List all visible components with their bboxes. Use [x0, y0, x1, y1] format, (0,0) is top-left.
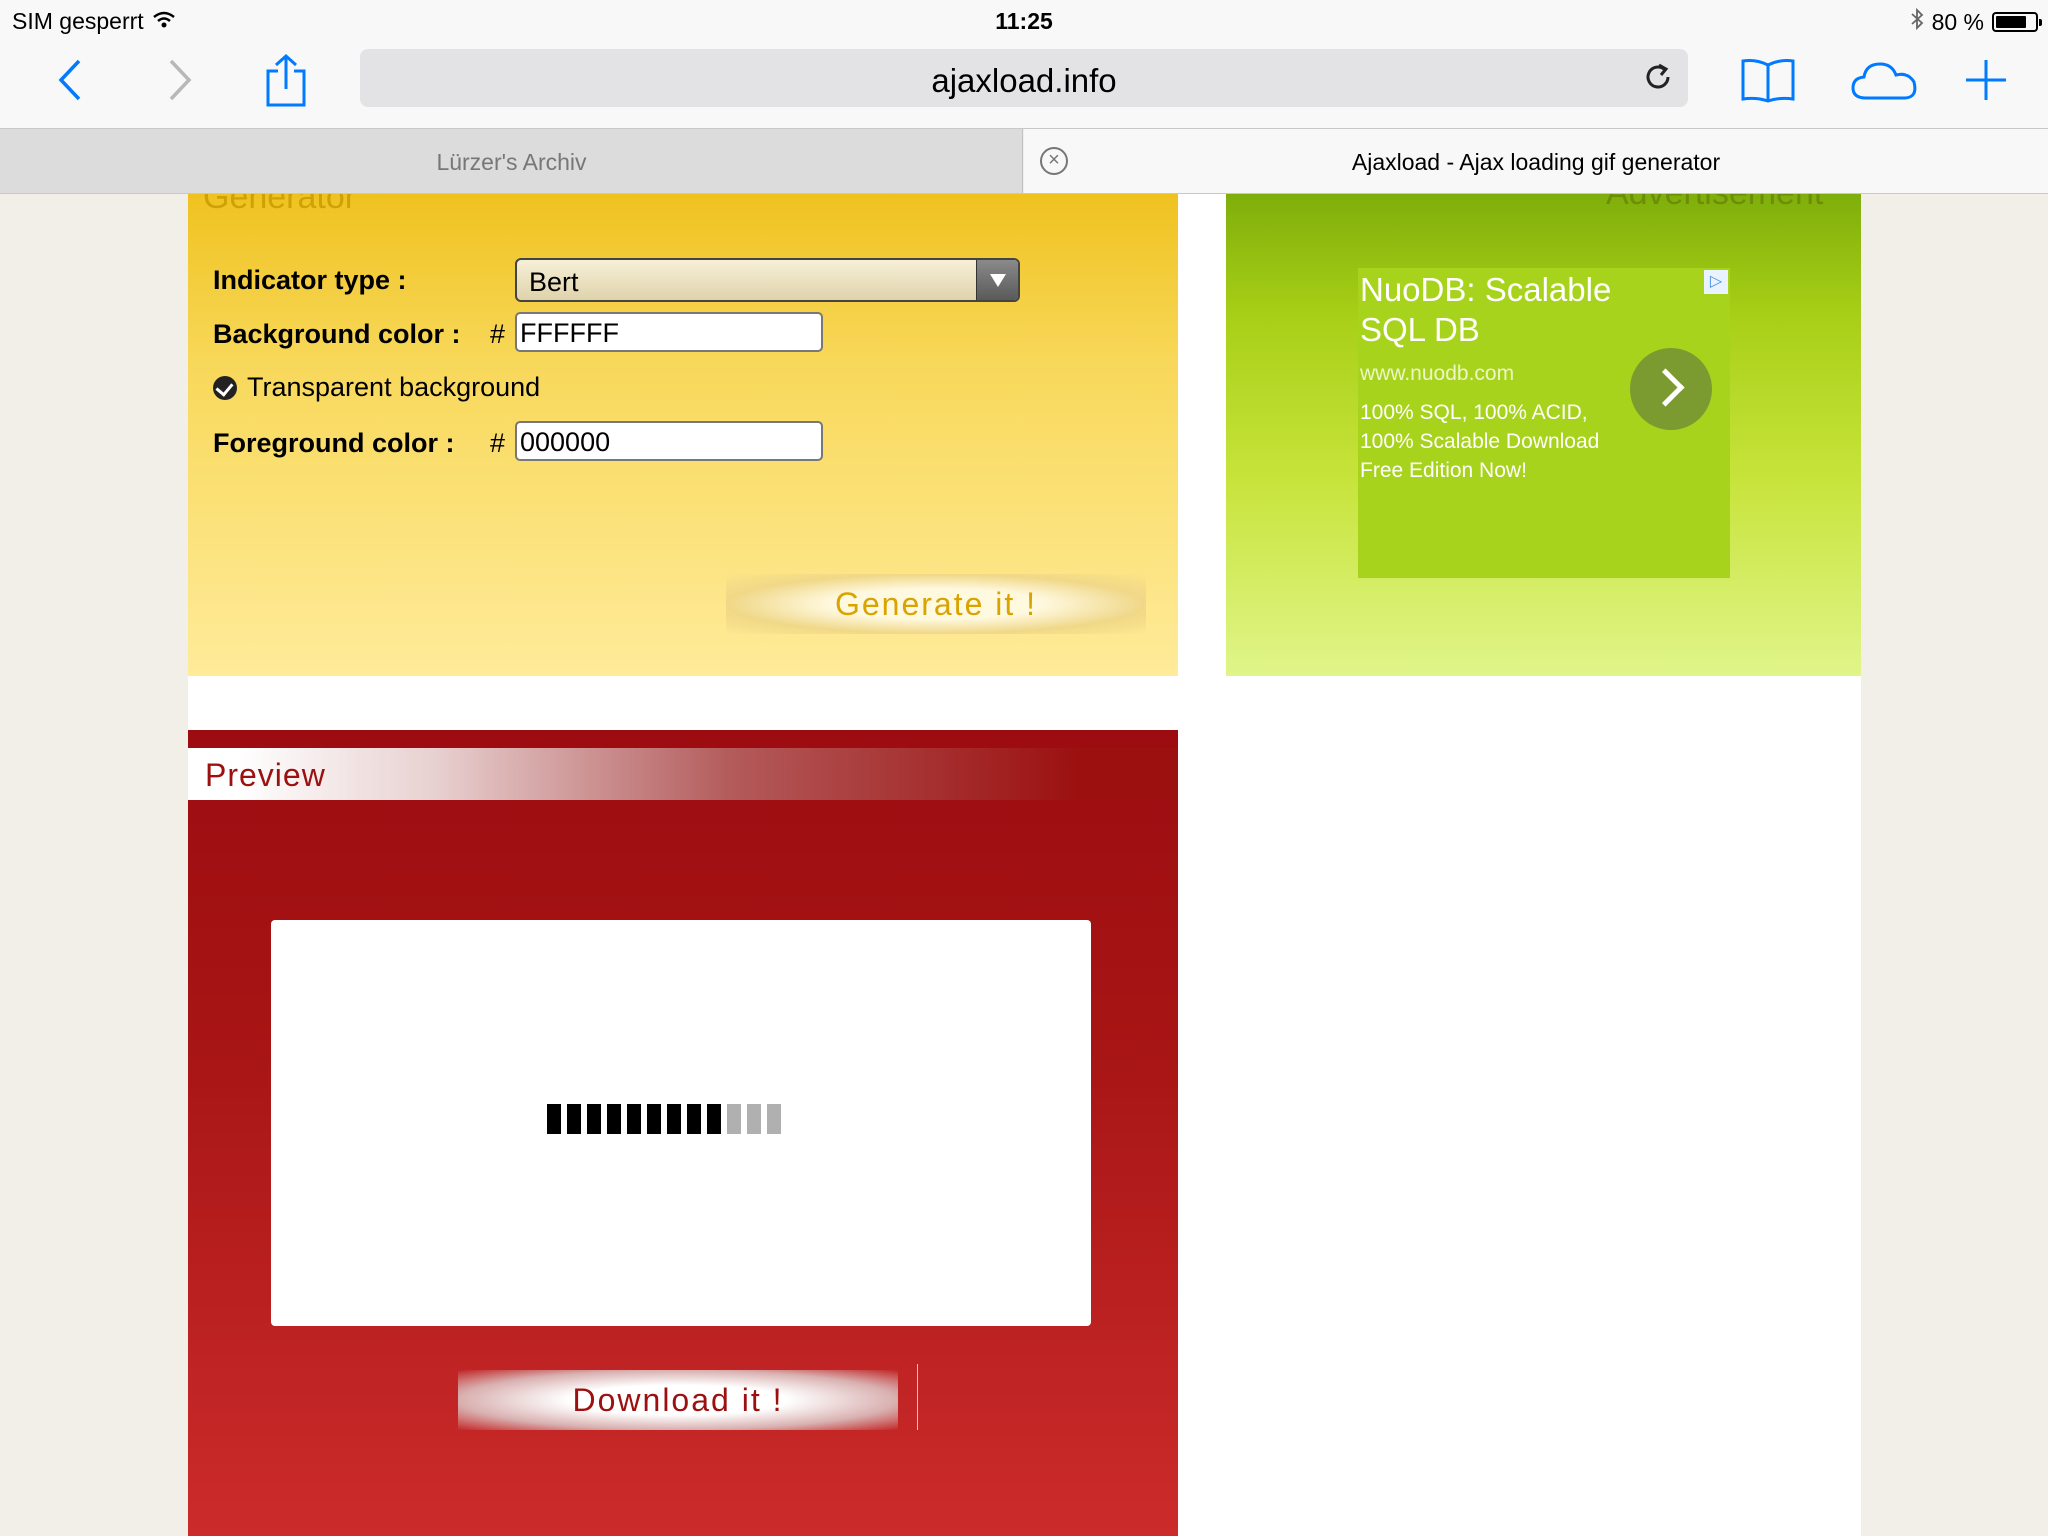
loader-segment: [747, 1104, 761, 1134]
loader-segment: [767, 1104, 781, 1134]
background-color-label: Background color :: [213, 319, 461, 349]
loader-segment: [687, 1104, 701, 1134]
share-icon: [266, 53, 306, 107]
tab-ajaxload[interactable]: × Ajaxload - Ajax loading gif generator: [1024, 129, 2048, 193]
loader-segment: [627, 1104, 641, 1134]
download-button[interactable]: Download it !: [458, 1370, 898, 1430]
book-icon: [1741, 59, 1795, 103]
indicator-type-select[interactable]: Bert: [515, 258, 1020, 302]
chevron-right-icon: [169, 59, 192, 101]
hash-symbol: #: [490, 319, 506, 349]
foreground-color-label: Foreground color :: [213, 428, 455, 458]
ad-banner[interactable]: ▷ NuoDB: Scalable SQL DB www.nuodb.com 1…: [1358, 268, 1730, 578]
back-button[interactable]: [40, 50, 100, 110]
battery-icon: [1992, 12, 2042, 32]
loader-segment: [567, 1104, 581, 1134]
advertisement-title: Advertisement: [1606, 194, 1823, 213]
bookmarks-button[interactable]: [1738, 50, 1798, 110]
hash-symbol: #: [490, 428, 506, 458]
transparent-background-label: Transparent background: [247, 372, 541, 402]
generator-panel: Generator Indicator type : Bert Backgrou…: [188, 194, 1178, 676]
preview-header: Preview: [188, 748, 1178, 800]
ad-headline[interactable]: NuoDB: Scalable SQL DB: [1360, 270, 1650, 350]
adchoices-icon[interactable]: ▷: [1704, 270, 1728, 294]
bluetooth-icon: [1910, 7, 1924, 36]
loading-indicator: [547, 1104, 781, 1134]
preview-panel: Preview Download it !: [188, 730, 1178, 1536]
plus-icon: [1966, 60, 2006, 100]
generate-button[interactable]: Generate it !: [726, 574, 1146, 634]
preview-title: Preview: [205, 757, 326, 793]
clock: 11:25: [995, 8, 1053, 34]
indicator-type-label: Indicator type :: [213, 265, 407, 295]
loader-segment: [607, 1104, 621, 1134]
loader-segment: [707, 1104, 721, 1134]
tab-title: Ajaxload - Ajax loading gif generator: [1351, 149, 1721, 175]
chevron-left-icon: [58, 59, 81, 101]
status-right: 80 %: [1910, 7, 2042, 36]
web-view[interactable]: Generator Indicator type : Bert Backgrou…: [0, 194, 2048, 1536]
share-button[interactable]: [256, 50, 316, 110]
ad-description: 100% SQL, 100% ACID, 100% Scalable Downl…: [1360, 401, 1600, 482]
preview-canvas: [271, 920, 1091, 1326]
loader-segment: [667, 1104, 681, 1134]
advertisement-panel: Advertisement ▷ NuoDB: Scalable SQL DB w…: [1226, 194, 1861, 676]
cloud-icon: [1851, 62, 1917, 100]
transparent-background-checkbox[interactable]: [213, 376, 237, 400]
icloud-tabs-button[interactable]: [1850, 50, 1920, 110]
address-bar[interactable]: ajaxload.info: [360, 49, 1688, 107]
url-text: ajaxload.info: [931, 62, 1117, 99]
generator-title: Generator: [203, 194, 357, 216]
background-color-input[interactable]: FFFFFF: [515, 312, 823, 352]
loader-segment: [727, 1104, 741, 1134]
new-tab-button[interactable]: [1956, 50, 2016, 110]
ad-url[interactable]: www.nuodb.com: [1360, 362, 1514, 386]
reload-icon: [1646, 63, 1670, 89]
loader-segment: [587, 1104, 601, 1134]
dropdown-arrow-icon: [976, 260, 1018, 300]
reload-button[interactable]: [1642, 61, 1674, 98]
chevron-right-circle-icon[interactable]: [1630, 348, 1712, 430]
forward-button[interactable]: [150, 50, 210, 110]
foreground-color-input[interactable]: 000000: [515, 421, 823, 461]
battery-fill: [1996, 16, 2027, 28]
loader-segment: [647, 1104, 661, 1134]
tab-bar: Lürzer's Archiv × Ajaxload - Ajax loadin…: [0, 128, 2048, 194]
tab-lurzers-archiv[interactable]: Lürzer's Archiv: [0, 129, 1023, 193]
battery-percent: 80 %: [1931, 8, 1984, 35]
indicator-type-value: Bert: [529, 267, 579, 297]
status-bar: SIM gesperrt 11:25 80 %: [0, 0, 2048, 42]
page-content: Generator Indicator type : Bert Backgrou…: [188, 194, 1861, 1536]
tab-title: Lürzer's Archiv: [436, 149, 587, 175]
loader-segment: [547, 1104, 561, 1134]
browser-toolbar: ajaxload.info: [0, 42, 2048, 128]
divider: [917, 1364, 918, 1430]
